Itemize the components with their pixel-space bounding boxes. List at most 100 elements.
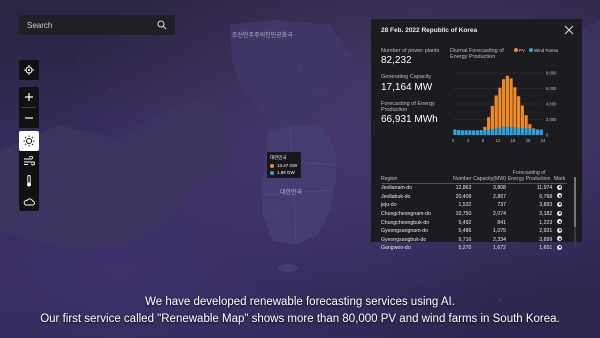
stat-value: 17,164 MW xyxy=(381,81,433,93)
caption-line-1: We have developed renewable forecasting … xyxy=(145,296,455,308)
location-pin-icon[interactable] xyxy=(557,201,563,207)
cell-forecast: 3,899 xyxy=(539,236,553,243)
cell-capacity: 1,075 xyxy=(493,228,506,235)
bar-wind xyxy=(505,126,509,135)
cell-number: 5,270 xyxy=(458,245,472,252)
energy-chart: 8,000 6,000 4,000 2,000 0 0 4 8 12 16 20 24 xyxy=(452,71,557,144)
tooltip-pv-value: 13.47 GW xyxy=(277,163,298,168)
locate-button[interactable] xyxy=(19,60,39,80)
location-pin-icon[interactable] xyxy=(557,236,563,242)
cell-number: 5,492 xyxy=(458,219,472,226)
cell-capacity: 2,074 xyxy=(493,211,506,218)
bar-wind xyxy=(475,130,479,135)
search-icon[interactable] xyxy=(157,20,167,30)
cell-forecast: 3,893 xyxy=(539,202,553,209)
cloud-layer-button[interactable] xyxy=(19,191,39,211)
x-tick-label: 24 xyxy=(541,138,546,143)
bar-pv xyxy=(498,87,502,129)
stat-label: Generating Capacity xyxy=(381,74,432,81)
x-tick-label: 16 xyxy=(511,138,516,143)
region-table: Region Number Capacity(MW) Forecasting o… xyxy=(381,169,567,253)
location-pin-icon[interactable] xyxy=(557,193,563,199)
bar-wind xyxy=(490,129,494,135)
search-bar[interactable]: Search xyxy=(19,15,175,35)
zoom-in-button[interactable] xyxy=(19,87,39,107)
cell-region: Jeollanam-do xyxy=(381,185,413,192)
plus-icon xyxy=(25,93,33,101)
scrollbar-thumb[interactable] xyxy=(574,177,576,227)
close-icon[interactable] xyxy=(564,25,574,35)
table-row[interactable]: Gyeongsangnam-do 5,486 1,075 2,931 xyxy=(381,227,567,236)
bar-wind xyxy=(479,130,483,135)
bar-wind xyxy=(453,129,457,135)
bar-wind xyxy=(460,130,464,135)
bar-wind xyxy=(502,127,506,135)
location-pin-icon[interactable] xyxy=(557,210,563,216)
cell-number: 10,750 xyxy=(455,211,472,218)
stat-capacity: Generating Capacity 17,164 MW xyxy=(381,74,451,92)
search-input[interactable]: Search xyxy=(27,21,157,30)
bar-pv xyxy=(524,115,528,129)
table-row[interactable]: Jeollanam-do 12,863 3,808 11,974 xyxy=(381,184,567,193)
bar-pv xyxy=(517,96,521,129)
bar-wind xyxy=(494,128,498,135)
table-row[interactable]: Chungcheongbuk-do 5,492 841 1,223 xyxy=(381,218,567,227)
stat-forecast: Forecasting of Energy Production 66,931 … xyxy=(381,101,451,126)
info-panel: 28 Feb. 2022 Republic of Korea Number of… xyxy=(371,19,582,251)
zoom-out-button[interactable] xyxy=(19,108,39,128)
panel-title: 28 Feb. 2022 Republic of Korea xyxy=(381,27,478,34)
table-row[interactable]: jeju-do 1,532 737 3,893 xyxy=(381,201,567,210)
tooltip-title: 대한민국 xyxy=(270,155,287,160)
map-label-south-korea: 대한민국 xyxy=(280,190,303,196)
table-header: Region Number Capacity(MW) Forecasting o… xyxy=(381,169,567,184)
bar-wind xyxy=(520,128,524,135)
bar-wind xyxy=(524,128,528,135)
cell-capacity: 841 xyxy=(497,219,506,226)
table-row[interactable]: Gangwon-do 5,270 1,672 1,651 xyxy=(381,244,567,253)
cell-mark xyxy=(552,236,567,245)
crosshair-icon xyxy=(24,65,34,75)
wind-layer-button[interactable] xyxy=(19,151,39,171)
bar-pv xyxy=(494,95,498,129)
bar-pv xyxy=(502,79,506,128)
x-tick-label: 8 xyxy=(482,138,485,143)
location-pin-icon[interactable] xyxy=(557,219,563,225)
location-pin-icon[interactable] xyxy=(557,244,563,250)
table-row[interactable]: Gyeongsangbuk-do 9,716 2,334 3,899 xyxy=(381,236,567,245)
bar-pv xyxy=(520,105,524,129)
bar-pv xyxy=(513,87,517,128)
cell-mark xyxy=(552,201,567,210)
temperature-layer-button[interactable] xyxy=(19,171,39,191)
cell-forecast: 1,651 xyxy=(539,245,553,252)
bar-wind xyxy=(487,129,491,135)
stat-value: 82,232 xyxy=(381,55,412,67)
cell-capacity: 2,867 xyxy=(493,193,506,200)
cell-capacity: 737 xyxy=(497,202,506,209)
locate-control[interactable] xyxy=(19,60,39,80)
table-row[interactable]: Chungcheongnam-do 10,750 2,074 3,182 xyxy=(381,210,567,219)
y-tick-label: 8,000 xyxy=(546,71,557,76)
chart-legend: PV Wind Farms xyxy=(514,48,558,53)
layer-control[interactable] xyxy=(19,131,39,211)
tooltip-wind-value: 1.99 GW xyxy=(277,170,295,175)
cell-mark xyxy=(552,218,567,227)
solar-layer-button[interactable] xyxy=(19,131,39,151)
pv-dot-icon xyxy=(270,163,274,168)
location-pin-icon[interactable] xyxy=(557,184,563,190)
tooltip-pv-row: 13.47 GW xyxy=(270,163,298,168)
legend-pv-label: PV xyxy=(519,48,526,53)
location-pin-icon[interactable] xyxy=(557,227,563,233)
bar-wind xyxy=(535,129,539,135)
bar-pv xyxy=(490,105,494,130)
bar-wind xyxy=(528,128,532,135)
table-row[interactable]: Jeollabuk-do 20,409 2,867 6,768 xyxy=(381,193,567,202)
header-number: Number xyxy=(446,169,472,184)
caption-line-2: Our first service called "Renewable Map"… xyxy=(40,313,560,325)
cell-number: 20,409 xyxy=(455,193,472,200)
bar-wind xyxy=(472,130,476,135)
zoom-control[interactable] xyxy=(19,87,39,128)
sun-icon xyxy=(23,135,35,147)
minus-icon xyxy=(25,117,33,119)
header-forecast: Forecasting of Energy Production xyxy=(505,169,553,184)
table-scrollbar[interactable] xyxy=(574,177,576,247)
